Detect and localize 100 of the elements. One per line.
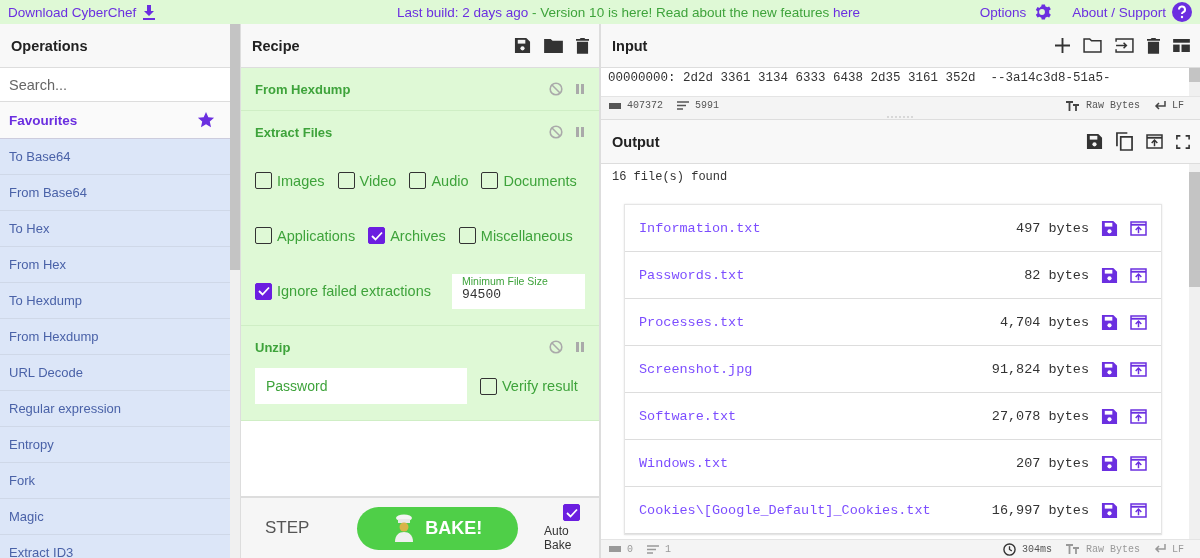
file-name[interactable]: Passwords.txt [639, 267, 745, 283]
open-file-icon[interactable] [1130, 408, 1147, 424]
open-file-icon[interactable] [1130, 502, 1147, 518]
file-name[interactable]: Screenshot.jpg [639, 361, 753, 377]
line-count: 1 [665, 543, 672, 555]
open-file-icon[interactable] [1130, 455, 1147, 471]
checkbox-label: Miscellaneous [480, 227, 573, 244]
checkbox[interactable] [255, 227, 272, 244]
save-icon[interactable] [1101, 360, 1118, 378]
checkbox[interactable] [480, 377, 497, 395]
export-icon[interactable] [1146, 134, 1163, 149]
save-icon[interactable] [514, 37, 531, 54]
open-file-icon[interactable] [1130, 314, 1147, 330]
version-notice: - Version 10 is here! Read about the new features [531, 4, 831, 20]
line-count: 5991 [695, 100, 720, 111]
open-file-icon[interactable] [1130, 220, 1147, 236]
trash-icon[interactable] [1147, 37, 1160, 54]
operation-item[interactable]: To Base64 [0, 139, 230, 175]
length-icon [609, 546, 621, 552]
panel-title: Operations [11, 37, 88, 54]
import-icon[interactable] [1115, 38, 1134, 53]
clock-icon [1002, 542, 1016, 556]
checkbox[interactable] [255, 282, 272, 300]
scrollbar-thumb[interactable] [1189, 68, 1200, 82]
operation-item[interactable]: Regular expression [0, 391, 230, 427]
file-size: 4,704 bytes [999, 314, 1089, 330]
save-icon[interactable] [1101, 219, 1118, 237]
save-icon[interactable] [1101, 313, 1118, 331]
save-icon[interactable] [1101, 407, 1118, 425]
file-size: 207 bytes [1016, 455, 1089, 471]
operation-item[interactable]: URL Decode [0, 355, 230, 391]
search-field[interactable]: Search... [0, 68, 230, 102]
file-size: 497 bytes [1016, 220, 1089, 236]
checkbox-label: Verify result [502, 378, 578, 394]
panel-title: Recipe [252, 37, 300, 54]
checkbox[interactable] [481, 172, 499, 189]
checkbox-label: Documents [503, 172, 577, 189]
features-link[interactable]: here [833, 4, 861, 20]
file-size: 91,824 bytes [991, 361, 1089, 377]
checkbox-label: Video [359, 172, 397, 189]
trash-icon[interactable] [576, 37, 589, 54]
format-label[interactable]: Raw Bytes [1085, 100, 1140, 111]
file-name[interactable]: Software.txt [639, 408, 737, 424]
checkbox-label: Archives [390, 227, 446, 244]
operation-item[interactable]: Entropy [0, 427, 230, 463]
file-name[interactable]: Processes.txt [639, 314, 745, 330]
operation-item[interactable]: From Base64 [0, 175, 230, 211]
format-label[interactable]: Raw Bytes [1085, 543, 1140, 555]
eol-label[interactable]: LF [1172, 543, 1184, 555]
checkbox-label: Images [277, 172, 325, 189]
open-file-icon[interactable] [1130, 361, 1147, 377]
operation-item[interactable]: To Hexdump [0, 283, 230, 319]
operation-item[interactable]: Magic [0, 499, 230, 535]
fullscreen-icon[interactable] [1176, 134, 1190, 149]
operation-item[interactable]: To Hex [0, 211, 230, 247]
operation-item[interactable]: Fork [0, 463, 230, 499]
open-file-icon[interactable] [1130, 267, 1147, 283]
font-size-icon[interactable] [1065, 100, 1080, 111]
chef-icon [393, 514, 416, 542]
download-icon[interactable] [142, 4, 157, 20]
plus-icon[interactable] [1055, 38, 1070, 53]
step-button[interactable]: STEP [261, 514, 314, 542]
options-link[interactable]: Options [979, 4, 1027, 20]
about-link[interactable]: About / Support [1072, 4, 1166, 20]
password-field[interactable]: Password [255, 368, 467, 404]
download-link[interactable]: Download CyberChef [8, 4, 137, 20]
layout-icon[interactable] [1173, 39, 1190, 52]
operation-item[interactable]: Extract ID3 [0, 535, 230, 558]
min-size-field[interactable]: Minimum File Size 94500 [452, 273, 585, 309]
step-title: Extract Files [255, 124, 333, 140]
help-icon[interactable] [1172, 2, 1192, 22]
checkbox[interactable] [255, 172, 272, 189]
eol-label[interactable]: LF [1172, 100, 1184, 111]
return-icon[interactable] [1154, 100, 1166, 111]
checkbox[interactable] [409, 172, 427, 189]
save-icon[interactable] [1101, 501, 1118, 519]
file-name[interactable]: Cookies\[Google_Default]_Cookies.txt [639, 502, 931, 518]
file-name[interactable]: Windows.txt [639, 455, 729, 471]
checkbox[interactable] [368, 227, 386, 244]
checkbox[interactable] [458, 227, 476, 244]
scrollbar-thumb[interactable] [230, 24, 240, 270]
save-icon[interactable] [1086, 133, 1103, 150]
copy-icon[interactable] [1116, 132, 1133, 151]
checkbox[interactable] [337, 172, 355, 189]
save-icon[interactable] [1101, 454, 1118, 472]
length-icon [609, 102, 621, 109]
step-title: From Hexdump [255, 81, 351, 97]
checkbox[interactable] [563, 504, 581, 521]
lines-icon [647, 544, 659, 554]
file-size: 82 bytes [1024, 267, 1089, 283]
length-count: 0 [627, 543, 633, 555]
folder-icon[interactable] [544, 38, 563, 53]
operation-item[interactable]: From Hex [0, 247, 230, 283]
checkbox-label: Applications [277, 227, 356, 244]
save-icon[interactable] [1101, 266, 1118, 284]
build-info: Last build: 2 days ago [397, 4, 529, 20]
scrollbar-thumb[interactable] [1189, 172, 1200, 287]
file-name[interactable]: Information.txt [639, 220, 761, 236]
folder-icon[interactable] [1083, 38, 1102, 53]
operation-item[interactable]: From Hexdump [0, 319, 230, 355]
